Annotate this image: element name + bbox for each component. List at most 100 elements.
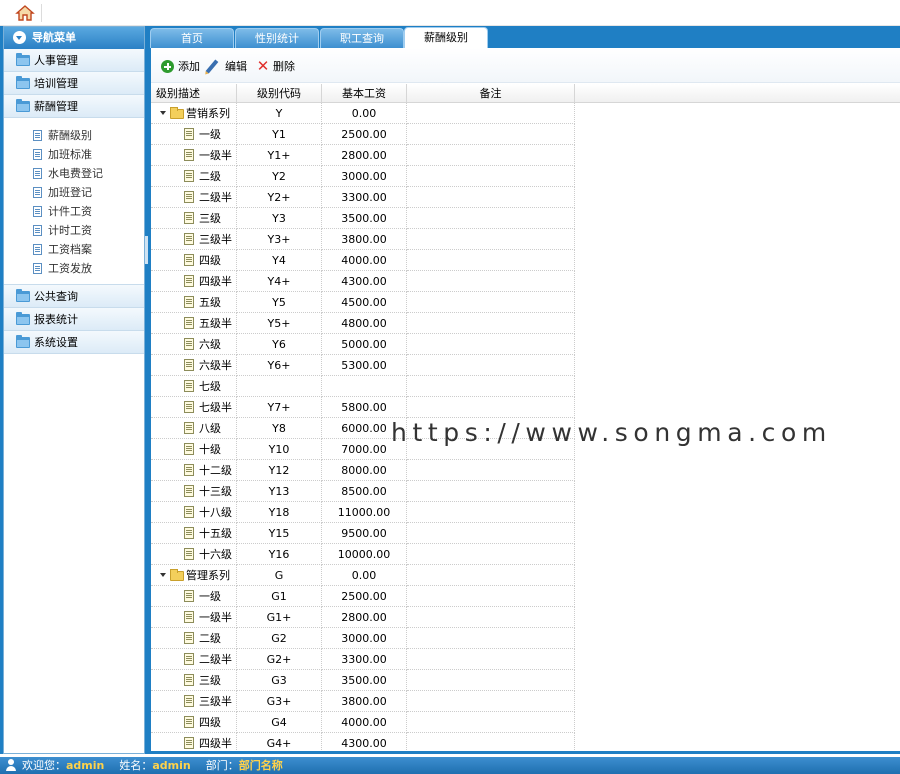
cell-code: Y2+: [237, 187, 322, 208]
expand-triangle-icon[interactable]: [160, 111, 166, 115]
cell-desc-text: 一级: [199, 128, 221, 141]
document-icon: [184, 695, 194, 707]
expand-triangle-icon[interactable]: [160, 573, 166, 577]
table-row[interactable]: 二级半 G2+ 3300.00: [151, 649, 900, 670]
sidebar-menu-item[interactable]: 人事管理: [4, 49, 144, 72]
cell-remark: [407, 124, 575, 145]
cell-desc-text: 四级: [199, 254, 221, 267]
toolbar-separator: [41, 4, 42, 22]
cell-code: Y: [237, 103, 322, 124]
table-row[interactable]: 二级 Y2 3000.00: [151, 166, 900, 187]
sidebar-subitem[interactable]: 水电费登记: [4, 164, 144, 183]
cell-desc: 一级半: [151, 607, 237, 628]
table-row[interactable]: 十三级 Y13 8500.00: [151, 481, 900, 502]
cell-remark: [407, 586, 575, 607]
document-icon: [184, 527, 194, 539]
table-row[interactable]: 三级半 G3+ 3800.00: [151, 691, 900, 712]
col-header-desc[interactable]: 级别描述: [151, 84, 237, 103]
table-row[interactable]: 十六级 Y16 10000.00: [151, 544, 900, 565]
table-row[interactable]: 营销系列 Y 0.00: [151, 103, 900, 124]
cell-salary: 5300.00: [322, 355, 407, 376]
table-row[interactable]: 七级: [151, 376, 900, 397]
cell-desc-text: 三级: [199, 674, 221, 687]
cell-desc: 十二级: [151, 460, 237, 481]
cell-desc: 二级: [151, 166, 237, 187]
col-header-remark[interactable]: 备注: [407, 84, 575, 103]
table-row[interactable]: 二级 G2 3000.00: [151, 628, 900, 649]
table-row[interactable]: 管理系列 G 0.00: [151, 565, 900, 586]
cell-desc: 四级: [151, 250, 237, 271]
sidebar-menu-item[interactable]: 薪酬管理: [4, 95, 144, 118]
cell-salary: 0.00: [322, 565, 407, 586]
document-icon: [184, 506, 194, 518]
cell-salary: 9500.00: [322, 523, 407, 544]
sidebar-subitem[interactable]: 加班标准: [4, 145, 144, 164]
sidebar-subitem[interactable]: 工资档案: [4, 240, 144, 259]
table-row[interactable]: 一级半 Y1+ 2800.00: [151, 145, 900, 166]
tab-item[interactable]: 薪酬级别: [404, 27, 488, 48]
tab-item[interactable]: 首页: [150, 28, 234, 48]
table-row[interactable]: 四级半 G4+ 4300.00: [151, 733, 900, 751]
table-row[interactable]: 三级半 Y3+ 3800.00: [151, 229, 900, 250]
cell-remark: [407, 187, 575, 208]
table-row[interactable]: 三级 G3 3500.00: [151, 670, 900, 691]
add-button[interactable]: 添加: [161, 59, 200, 75]
cell-code: Y6: [237, 334, 322, 355]
table-row[interactable]: 十八级 Y18 11000.00: [151, 502, 900, 523]
sidebar-menu-item[interactable]: 培训管理: [4, 72, 144, 95]
sidebar-subitem[interactable]: 计时工资: [4, 221, 144, 240]
table-row[interactable]: 六级 Y6 5000.00: [151, 334, 900, 355]
col-header-code[interactable]: 级别代码: [237, 84, 322, 103]
tab-item[interactable]: 职工查询: [320, 28, 404, 48]
cell-salary: 8000.00: [322, 460, 407, 481]
cell-desc-text: 一级半: [199, 611, 232, 624]
table-row[interactable]: 一级 G1 2500.00: [151, 586, 900, 607]
table-row[interactable]: 十二级 Y12 8000.00: [151, 460, 900, 481]
cell-remark: [407, 229, 575, 250]
tab-item[interactable]: 性别统计: [235, 28, 319, 48]
table-row[interactable]: 一级半 G1+ 2800.00: [151, 607, 900, 628]
cell-remark: [407, 523, 575, 544]
cell-desc: 四级半: [151, 733, 237, 751]
cell-code: Y3+: [237, 229, 322, 250]
col-header-salary[interactable]: 基本工资: [322, 84, 407, 103]
table-row[interactable]: 四级 G4 4000.00: [151, 712, 900, 733]
table-row[interactable]: 四级半 Y4+ 4300.00: [151, 271, 900, 292]
collapse-icon[interactable]: [13, 31, 26, 44]
sidebar-subitem[interactable]: 薪酬级别: [4, 126, 144, 145]
table-row[interactable]: 五级半 Y5+ 4800.00: [151, 313, 900, 334]
sidebar-subitem-label: 计时工资: [48, 224, 92, 237]
table-row[interactable]: 三级 Y3 3500.00: [151, 208, 900, 229]
sidebar-menu-item[interactable]: 系统设置: [4, 331, 144, 354]
cell-salary: 2800.00: [322, 607, 407, 628]
nav-header[interactable]: 导航菜单: [4, 27, 144, 49]
cell-code: G1: [237, 586, 322, 607]
delete-button[interactable]: ✕ 删除: [256, 59, 295, 75]
sidebar-subitem[interactable]: 工资发放: [4, 259, 144, 278]
sidebar-splitter[interactable]: [145, 236, 148, 264]
sidebar-menu-item[interactable]: 公共查询: [4, 285, 144, 308]
folder-icon: [16, 53, 30, 66]
sidebar-menu-item[interactable]: 报表统计: [4, 308, 144, 331]
sidebar-subitem[interactable]: 计件工资: [4, 202, 144, 221]
document-icon: [184, 464, 194, 476]
table-row[interactable]: 一级 Y1 2500.00: [151, 124, 900, 145]
cell-salary: 4000.00: [322, 250, 407, 271]
table-row[interactable]: 十五级 Y15 9500.00: [151, 523, 900, 544]
cell-code: Y12: [237, 460, 322, 481]
table-row[interactable]: 六级半 Y6+ 5300.00: [151, 355, 900, 376]
cell-code: Y15: [237, 523, 322, 544]
watermark-text: https://www.songma.com: [391, 418, 832, 447]
cell-desc-text: 二级: [199, 170, 221, 183]
cell-code: Y13: [237, 481, 322, 502]
table-row[interactable]: 五级 Y5 4500.00: [151, 292, 900, 313]
document-icon: [184, 170, 194, 182]
cell-desc: 三级半: [151, 229, 237, 250]
edit-button[interactable]: 编辑: [205, 59, 247, 75]
table-row[interactable]: 四级 Y4 4000.00: [151, 250, 900, 271]
cell-code: Y1+: [237, 145, 322, 166]
table-row[interactable]: 二级半 Y2+ 3300.00: [151, 187, 900, 208]
home-icon[interactable]: [14, 4, 36, 22]
table-row[interactable]: 七级半 Y7+ 5800.00: [151, 397, 900, 418]
sidebar-subitem[interactable]: 加班登记: [4, 183, 144, 202]
